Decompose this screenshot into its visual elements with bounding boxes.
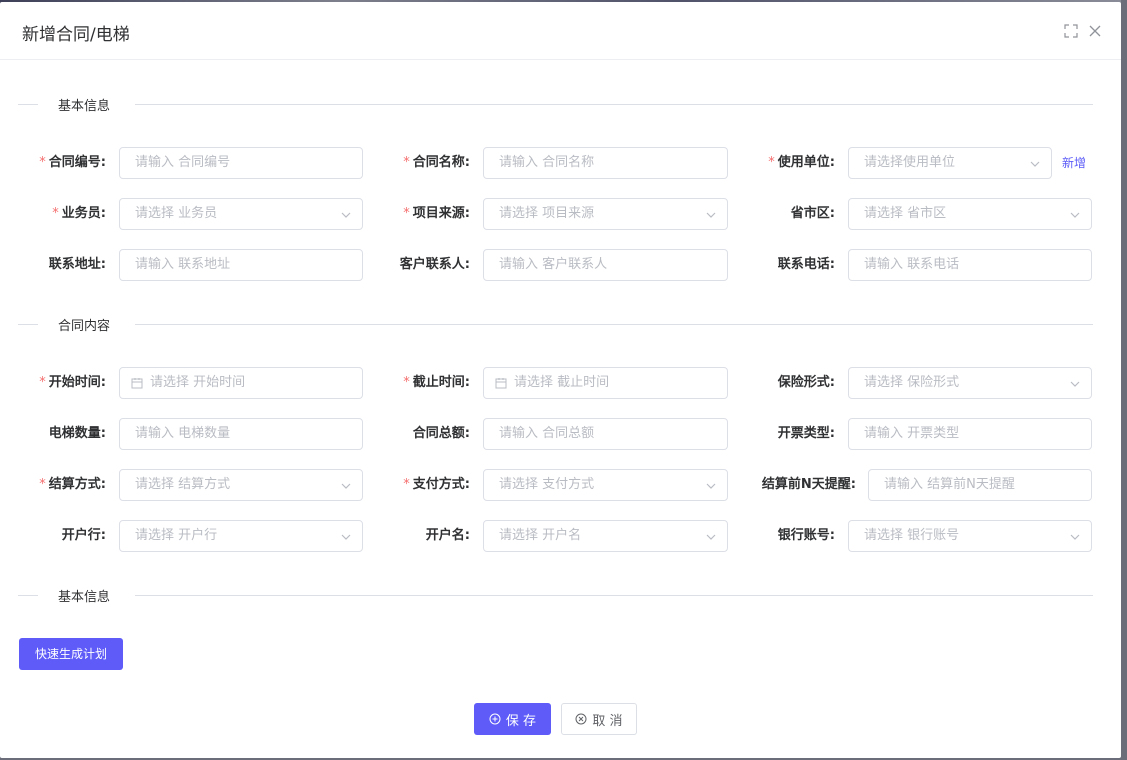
label-contact: 客户联系人:	[399, 257, 470, 272]
section-divider	[135, 104, 1093, 105]
label-project-source: * 项目来源:	[403, 206, 470, 221]
section-divider	[135, 324, 1093, 325]
cancel-button[interactable]: 取 消	[561, 703, 637, 735]
label-account-name: 开户名:	[425, 528, 470, 543]
label-bank: 开户行:	[61, 528, 106, 543]
label-address: 联系地址:	[48, 257, 106, 272]
chevron-down-icon	[341, 534, 351, 540]
contact-input[interactable]: 请输入 客户联系人	[483, 249, 728, 281]
invoice-type-input[interactable]: 请输入 开票类型	[848, 418, 1092, 450]
required-mark: *	[52, 206, 59, 221]
chevron-down-icon	[1070, 534, 1080, 540]
phone-input[interactable]: 请输入 联系电话	[848, 249, 1092, 281]
label-elevator-count: 电梯数量:	[48, 426, 106, 441]
chevron-down-icon	[341, 483, 351, 489]
total-amount-input[interactable]: 请输入 合同总额	[483, 418, 728, 450]
section-basic-info-2: 基本信息	[18, 585, 1093, 605]
region-select[interactable]: 请选择 省市区	[848, 198, 1092, 230]
section-title: 基本信息	[58, 99, 111, 114]
label-pay-method: * 支付方式:	[403, 477, 470, 492]
calendar-icon	[131, 378, 143, 389]
label-settle-method: * 结算方式:	[39, 477, 106, 492]
save-button[interactable]: 保 存	[474, 703, 551, 735]
required-mark: *	[403, 206, 410, 221]
label-contract-no: * 合同编号:	[39, 155, 106, 170]
close-circle-icon	[575, 713, 587, 725]
label-use-unit: * 使用单位:	[768, 155, 835, 170]
project-source-select[interactable]: 请选择 项目来源	[483, 198, 728, 230]
required-mark: *	[403, 477, 410, 492]
close-icon[interactable]	[1087, 23, 1103, 39]
insurance-select[interactable]: 请选择 保险形式	[848, 367, 1092, 399]
section-divider	[135, 595, 1093, 596]
section-divider	[18, 595, 38, 596]
label-account-no: 银行账号:	[777, 528, 835, 543]
chevron-down-icon	[706, 534, 716, 540]
label-end-time: * 截止时间:	[403, 375, 470, 390]
section-title: 基本信息	[58, 590, 111, 605]
elevator-count-input[interactable]: 请输入 电梯数量	[119, 418, 363, 450]
chevron-down-icon	[1070, 212, 1080, 218]
add-unit-link[interactable]: 新增	[1062, 154, 1086, 172]
chevron-down-icon	[1070, 381, 1080, 387]
salesman-select[interactable]: 请选择 业务员	[119, 198, 363, 230]
section-title: 合同内容	[58, 319, 111, 334]
dialog-title: 新增合同/电梯	[22, 25, 130, 45]
label-phone: 联系电话:	[777, 257, 835, 272]
bank-select[interactable]: 请选择 开户行	[119, 520, 363, 552]
required-mark: *	[39, 375, 46, 390]
label-salesman: * 业务员:	[52, 206, 106, 221]
remind-days-input[interactable]: 请输入 结算前N天提醒	[868, 469, 1092, 501]
quick-generate-plan-button[interactable]: 快速生成计划	[19, 638, 123, 670]
fullscreen-icon[interactable]	[1063, 23, 1079, 39]
settle-method-select[interactable]: 请选择 结算方式	[119, 469, 363, 501]
section-divider	[18, 324, 38, 325]
contract-no-input[interactable]: 请输入 合同编号	[119, 147, 363, 179]
required-mark: *	[403, 375, 410, 390]
label-total-amount: 合同总额:	[412, 426, 470, 441]
start-time-picker[interactable]: 请选择 开始时间	[119, 367, 363, 399]
section-basic-info: 基本信息	[18, 94, 1093, 114]
account-no-select[interactable]: 请选择 银行账号	[848, 520, 1092, 552]
chevron-down-icon	[1030, 161, 1040, 167]
chevron-down-icon	[706, 483, 716, 489]
section-contract-content: 合同内容	[18, 314, 1093, 334]
chevron-down-icon	[341, 212, 351, 218]
section-divider	[18, 104, 38, 105]
pay-method-select[interactable]: 请选择 支付方式	[483, 469, 728, 501]
label-contract-name: * 合同名称:	[403, 155, 470, 170]
calendar-icon	[495, 378, 507, 389]
required-mark: *	[39, 477, 46, 492]
label-insurance: 保险形式:	[777, 375, 835, 390]
contract-name-input[interactable]: 请输入 合同名称	[483, 147, 728, 179]
account-name-select[interactable]: 请选择 开户名	[483, 520, 728, 552]
address-input[interactable]: 请输入 联系地址	[119, 249, 363, 281]
required-mark: *	[403, 155, 410, 170]
label-invoice-type: 开票类型:	[777, 426, 835, 441]
label-start-time: * 开始时间:	[39, 375, 106, 390]
use-unit-select[interactable]: 请选择使用单位	[848, 147, 1052, 179]
background-overlay-right	[1121, 0, 1127, 760]
save-button-label: 保 存	[505, 713, 537, 729]
end-time-picker[interactable]: 请选择 截止时间	[483, 367, 728, 399]
chevron-down-icon	[706, 212, 716, 218]
required-mark: *	[39, 155, 46, 170]
cancel-button-label: 取 消	[592, 713, 623, 729]
plus-circle-icon	[489, 713, 501, 725]
label-region: 省市区:	[790, 206, 835, 221]
dialog-header: 新增合同/电梯	[0, 2, 1121, 60]
label-remind-days: 结算前N天提醒:	[761, 477, 856, 492]
required-mark: *	[768, 155, 775, 170]
